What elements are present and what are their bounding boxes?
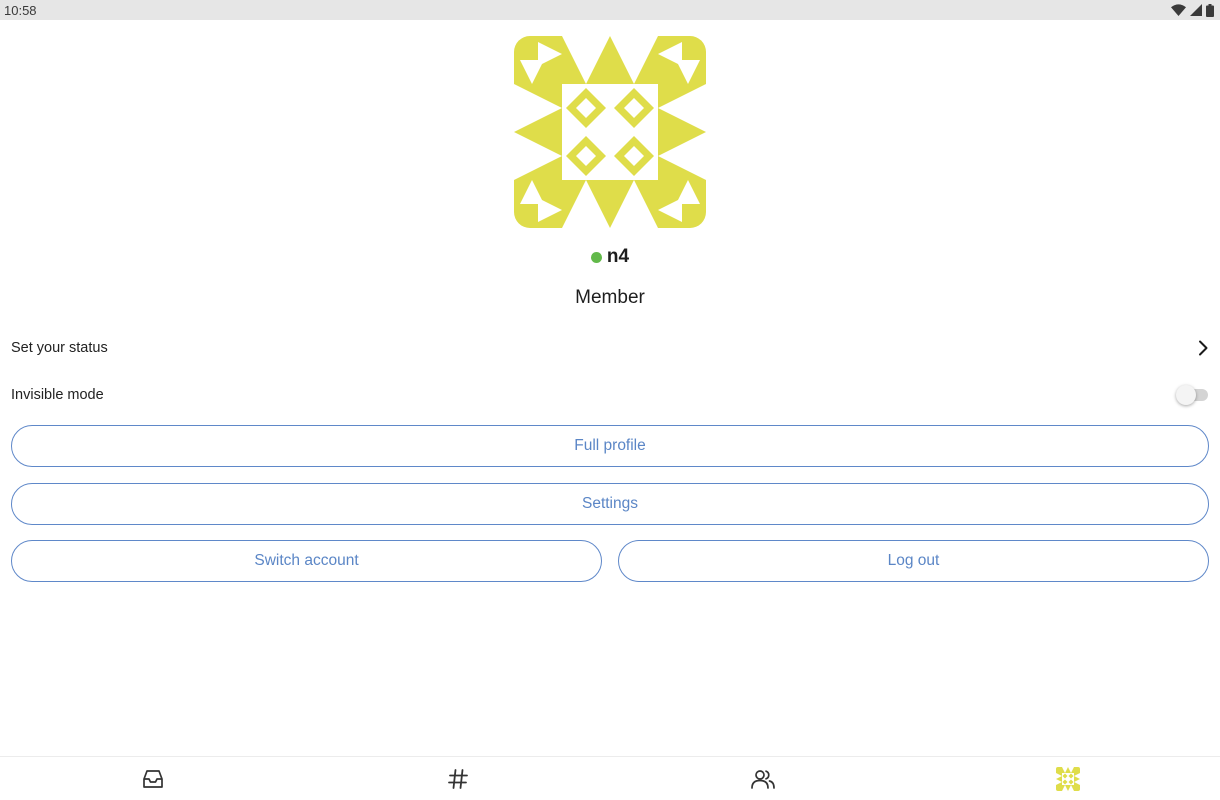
status-time: 10:58 — [4, 2, 37, 18]
chevron-right-icon — [1198, 340, 1208, 356]
switch-account-button[interactable]: Switch account — [11, 540, 602, 582]
cellular-signal-icon — [1190, 4, 1202, 16]
people-icon — [750, 768, 776, 790]
invisible-mode-toggle[interactable] — [1176, 385, 1208, 405]
user-role: Member — [575, 287, 645, 308]
username: n4 — [606, 246, 630, 267]
set-status-label: Set your status — [11, 340, 108, 356]
nav-inbox[interactable] — [0, 757, 305, 800]
invisible-mode-label: Invisible mode — [11, 387, 104, 403]
toggle-thumb — [1176, 385, 1196, 405]
nav-profile[interactable] — [915, 757, 1220, 800]
wifi-icon — [1171, 4, 1186, 16]
profile-avatar — [514, 36, 706, 228]
log-out-button[interactable]: Log out — [618, 540, 1209, 582]
bottom-nav — [0, 756, 1220, 800]
full-profile-button[interactable]: Full profile — [11, 425, 1209, 467]
settings-button[interactable]: Settings — [11, 483, 1209, 525]
inbox-icon — [141, 768, 165, 790]
nav-channels[interactable] — [305, 757, 610, 800]
invisible-mode-row: Invisible mode — [0, 375, 1220, 415]
username-row: n4 — [0, 246, 1220, 268]
status-bar: 10:58 — [0, 0, 1220, 20]
status-icons — [1171, 3, 1214, 17]
battery-icon — [1206, 3, 1214, 17]
avatar-icon — [1055, 766, 1080, 791]
hashtag-icon — [447, 768, 469, 790]
set-status-row[interactable]: Set your status — [0, 328, 1220, 368]
nav-people[interactable] — [610, 757, 915, 800]
presence-dot — [590, 251, 602, 263]
